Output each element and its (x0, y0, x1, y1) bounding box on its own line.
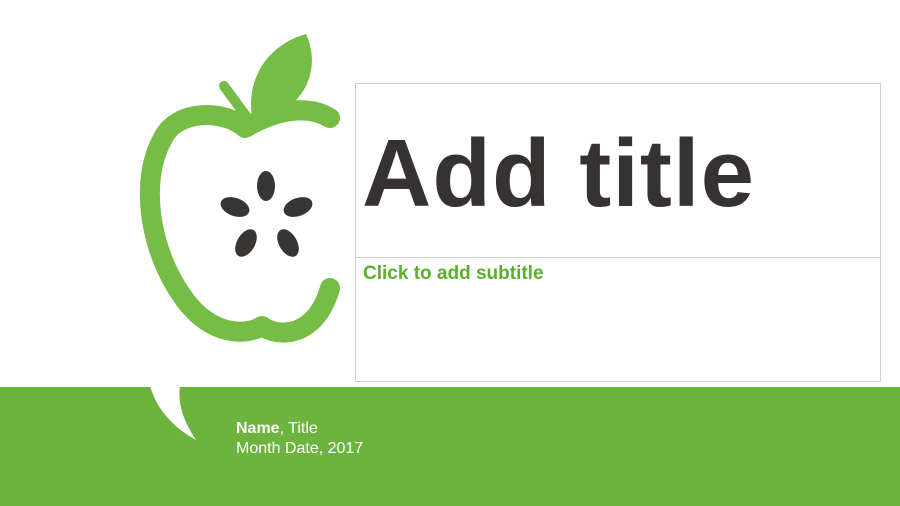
subtitle-text[interactable]: Click to add subtitle (363, 263, 544, 285)
subtitle-placeholder[interactable]: Click to add subtitle (355, 258, 881, 382)
footer-band (0, 387, 900, 506)
presenter-name-line: Name, Title (236, 419, 363, 439)
presentation-date: Month Date, 2017 (236, 440, 364, 457)
title-text[interactable]: Add title (362, 126, 755, 222)
apple-seed-icon (220, 171, 313, 257)
presenter-title: , Title (279, 420, 318, 437)
apple-leaf-icon (251, 34, 312, 118)
presenter-name: Name (236, 420, 280, 437)
slide-canvas: Add title Click to add subtitle Name, Ti… (0, 0, 900, 506)
apple-outline-icon (139, 100, 340, 343)
presenter-info[interactable]: Name, Title Month Date, 2017 (236, 419, 363, 459)
apple-stem-icon (219, 81, 251, 121)
title-placeholder[interactable]: Add title (355, 83, 881, 258)
